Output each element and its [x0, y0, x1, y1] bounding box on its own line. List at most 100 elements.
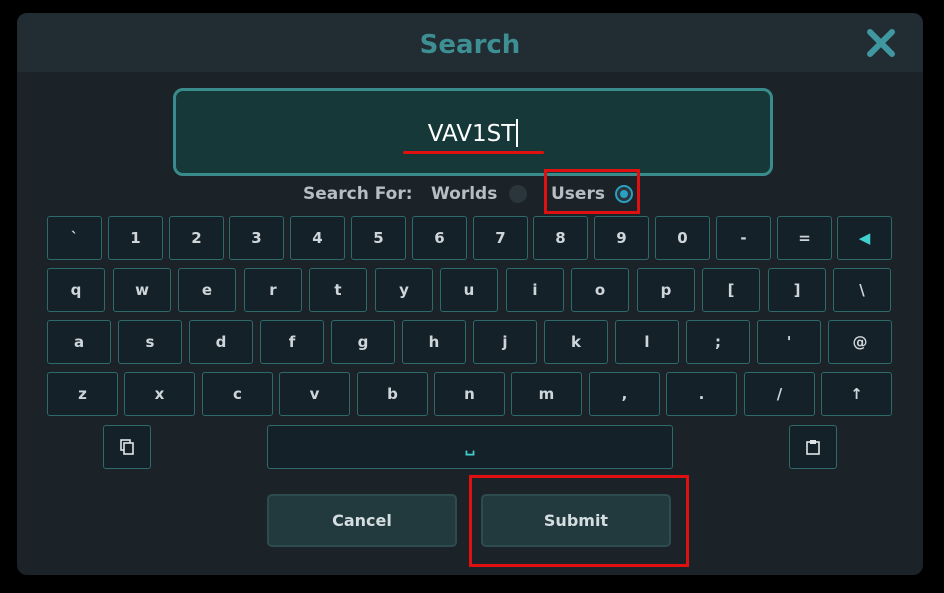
key-label: e — [201, 281, 213, 299]
space-key-label: ␣ — [464, 438, 476, 456]
key-2-0[interactable]: a — [47, 320, 111, 364]
key-2-9[interactable]: ; — [686, 320, 750, 364]
key-0-3[interactable]: 3 — [229, 216, 284, 260]
key-label: m — [538, 385, 555, 403]
search-input-text: VAV1ST — [176, 91, 770, 173]
key-label: v — [309, 385, 320, 403]
key-label: b — [387, 385, 398, 403]
key-label: - — [740, 229, 747, 247]
key-label: 7 — [495, 229, 506, 247]
key-1-3[interactable]: r — [244, 268, 302, 312]
key-0-11[interactable]: - — [716, 216, 771, 260]
key-label: d — [215, 333, 227, 351]
key-0-1[interactable]: 1 — [108, 216, 163, 260]
key-label: 0 — [677, 229, 688, 247]
key-1-2[interactable]: e — [178, 268, 236, 312]
key-label: / — [776, 385, 783, 403]
key-2-6[interactable]: j — [473, 320, 537, 364]
key-label: c — [233, 385, 242, 403]
close-icon[interactable] — [863, 25, 899, 61]
key-label: t — [334, 281, 342, 299]
key-label: ↑ — [850, 385, 863, 403]
key-2-8[interactable]: l — [615, 320, 679, 364]
key-2-5[interactable]: h — [402, 320, 466, 364]
key-2-7[interactable]: k — [544, 320, 608, 364]
key-label: i — [532, 281, 538, 299]
key-label: ] — [793, 281, 801, 299]
key-label: ` — [70, 229, 79, 247]
key-0-6[interactable]: 6 — [412, 216, 467, 260]
key-label: 6 — [434, 229, 445, 247]
key-3-4[interactable]: b — [357, 372, 428, 416]
key-label: [ — [727, 281, 735, 299]
key-1-9[interactable]: p — [637, 268, 695, 312]
key-label: 3 — [251, 229, 262, 247]
annotation-underline — [403, 151, 544, 154]
search-for-label: Search For: — [303, 184, 413, 204]
key-0-12[interactable]: = — [777, 216, 832, 260]
search-dialog: Search VAV1ST Search For: Worlds Users `… — [17, 13, 923, 575]
key-2-10[interactable]: ' — [757, 320, 821, 364]
backspace-key[interactable]: ◀ — [837, 216, 892, 260]
shift-key[interactable]: ↑ — [821, 372, 892, 416]
key-label: p — [660, 281, 672, 299]
key-0-10[interactable]: 0 — [655, 216, 710, 260]
key-1-4[interactable]: t — [309, 268, 367, 312]
key-3-0[interactable]: z — [47, 372, 118, 416]
key-1-12[interactable]: \ — [833, 268, 891, 312]
key-2-3[interactable]: f — [260, 320, 324, 364]
key-0-8[interactable]: 8 — [533, 216, 588, 260]
key-3-8[interactable]: . — [666, 372, 737, 416]
worlds-radio[interactable] — [509, 185, 527, 203]
key-label: x — [154, 385, 165, 403]
key-label: q — [70, 281, 82, 299]
key-label: z — [78, 385, 87, 403]
key-1-10[interactable]: [ — [702, 268, 760, 312]
key-0-4[interactable]: 4 — [290, 216, 345, 260]
key-2-4[interactable]: g — [331, 320, 395, 364]
key-label: s — [145, 333, 155, 351]
key-3-9[interactable]: / — [744, 372, 815, 416]
key-label: 4 — [312, 229, 323, 247]
key-1-8[interactable]: o — [571, 268, 629, 312]
key-3-2[interactable]: c — [202, 372, 273, 416]
key-3-3[interactable]: v — [279, 372, 350, 416]
option-worlds-label[interactable]: Worlds — [431, 180, 497, 208]
key-label: u — [463, 281, 475, 299]
copy-icon[interactable] — [103, 425, 151, 469]
key-label: l — [644, 333, 650, 351]
key-3-6[interactable]: m — [511, 372, 582, 416]
key-1-0[interactable]: q — [47, 268, 105, 312]
key-1-6[interactable]: u — [440, 268, 498, 312]
key-label: k — [571, 333, 581, 351]
key-label: \ — [859, 281, 865, 299]
key-1-7[interactable]: i — [506, 268, 564, 312]
key-1-1[interactable]: w — [113, 268, 171, 312]
key-label: n — [464, 385, 475, 403]
dialog-title: Search — [419, 30, 521, 60]
key-0-2[interactable]: 2 — [169, 216, 224, 260]
key-1-11[interactable]: ] — [768, 268, 826, 312]
annotation-users-highlight — [544, 169, 640, 214]
search-input[interactable]: VAV1ST — [173, 88, 773, 176]
key-0-9[interactable]: 9 — [594, 216, 649, 260]
space-key[interactable]: ␣ — [267, 425, 673, 469]
key-label: @ — [852, 333, 868, 351]
key-0-0[interactable]: ` — [47, 216, 102, 260]
key-3-1[interactable]: x — [124, 372, 195, 416]
key-2-1[interactable]: s — [118, 320, 182, 364]
cancel-button[interactable]: Cancel — [267, 494, 457, 547]
text-caret — [516, 119, 519, 147]
key-label: . — [698, 385, 705, 403]
key-label: 2 — [191, 229, 202, 247]
key-label: 8 — [555, 229, 566, 247]
key-label: y — [399, 281, 409, 299]
key-1-5[interactable]: y — [375, 268, 433, 312]
key-2-2[interactable]: d — [189, 320, 253, 364]
key-2-11[interactable]: @ — [828, 320, 892, 364]
key-3-5[interactable]: n — [434, 372, 505, 416]
key-3-7[interactable]: , — [589, 372, 660, 416]
paste-icon[interactable] — [789, 425, 837, 469]
key-0-7[interactable]: 7 — [473, 216, 528, 260]
key-0-5[interactable]: 5 — [351, 216, 406, 260]
